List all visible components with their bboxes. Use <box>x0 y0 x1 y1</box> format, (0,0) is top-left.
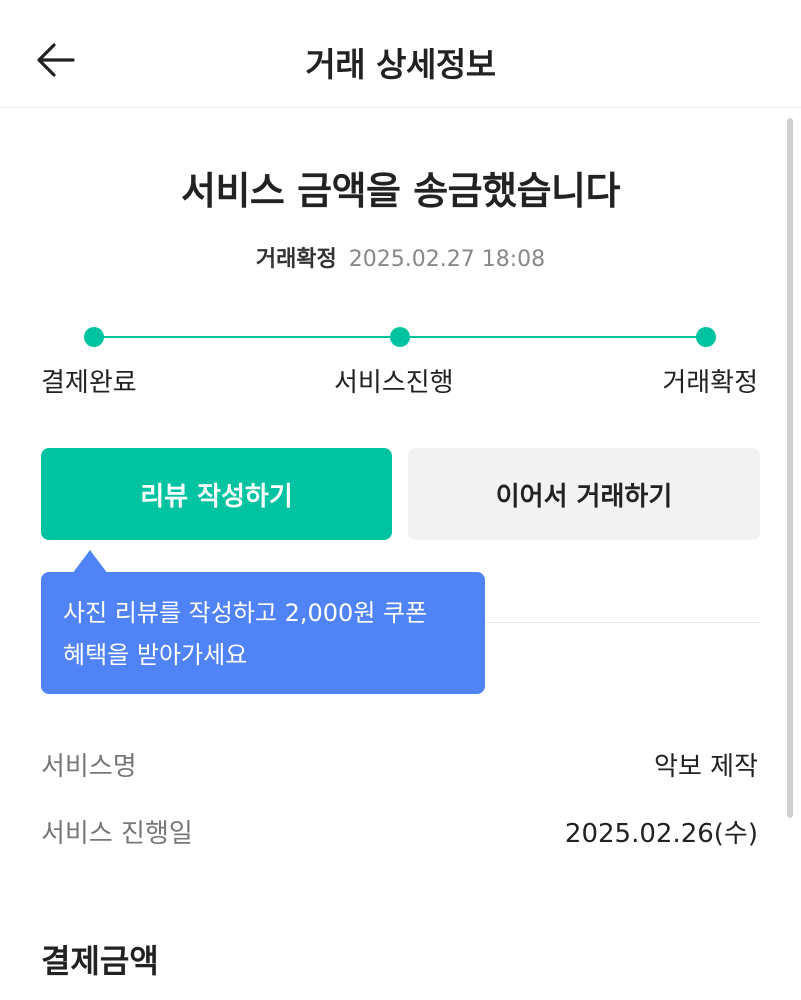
progress-dot-step-3 <box>696 327 716 347</box>
progress-dot-step-1 <box>84 327 104 347</box>
service-name-value: 악보 제작 <box>654 752 758 782</box>
write-review-button[interactable]: 리뷰 작성하기 <box>41 448 392 540</box>
scrollbar[interactable] <box>787 118 793 818</box>
step-label-transaction-confirmed: 거래확정 <box>662 368 758 398</box>
status-datetime: 2025.02.27 18:08 <box>348 247 546 272</box>
tooltip-arrow <box>72 550 108 574</box>
review-coupon-tooltip[interactable]: 사진 리뷰를 작성하고 2,000원 쿠폰 혜택을 받아가세요 <box>41 572 485 694</box>
tooltip-text-line-1: 사진 리뷰를 작성하고 2,000원 쿠폰 <box>63 599 428 627</box>
top-app-bar: 거래 상세정보 <box>0 0 801 108</box>
transaction-headline: 서비스 금액을 송금했습니다 <box>181 169 620 213</box>
continue-transaction-button[interactable]: 이어서 거래하기 <box>408 448 760 540</box>
transaction-status: 거래확정 2025.02.27 18:08 <box>0 241 801 273</box>
transaction-detail-screen: 거래 상세정보 서비스 금액을 송금했습니다 거래확정 2025.02.27 18… <box>0 0 801 1000</box>
payment-amount-heading: 결제금액 <box>41 942 159 980</box>
service-name-label: 서비스명 <box>41 752 137 782</box>
status-label: 거래확정 <box>255 247 337 272</box>
service-date-label: 서비스 진행일 <box>41 819 193 849</box>
page-title: 거래 상세정보 <box>305 45 496 84</box>
step-label-payment-complete: 결제완료 <box>41 368 137 398</box>
progress-dot-step-2 <box>390 327 410 347</box>
tooltip-text-line-2: 혜택을 받아가세요 <box>63 641 248 669</box>
step-label-service-in-progress: 서비스진행 <box>334 368 454 398</box>
service-date-value: 2025.02.26(수) <box>564 819 758 849</box>
